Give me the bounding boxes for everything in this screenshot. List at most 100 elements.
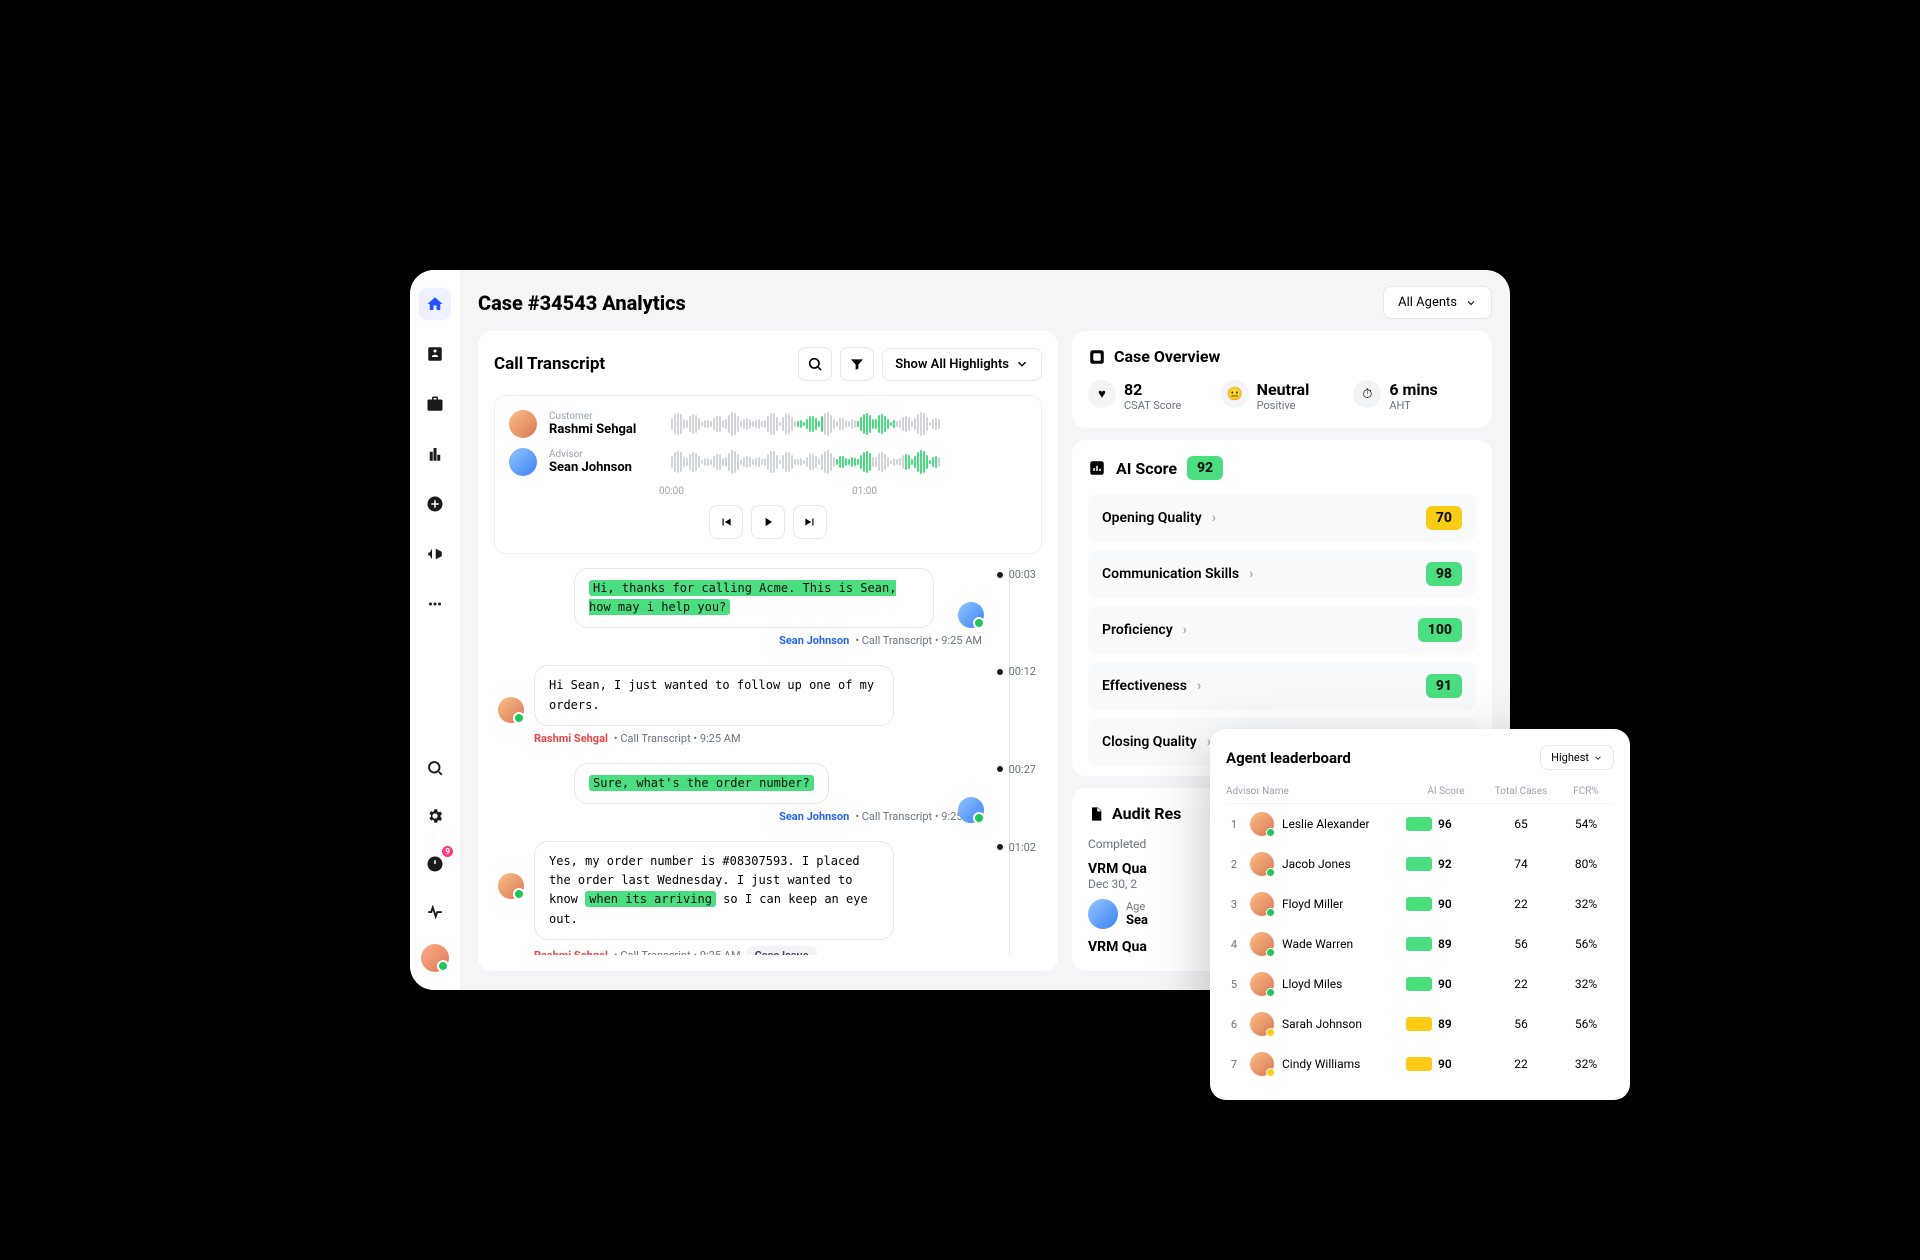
message-avatar xyxy=(958,602,984,628)
leaderboard-row[interactable]: 6Sarah Johnson895656% xyxy=(1226,1004,1614,1044)
lb-fcr: 32% xyxy=(1556,1057,1616,1071)
skip-back-icon xyxy=(719,515,733,529)
transcript-search-btn[interactable] xyxy=(798,347,832,381)
nav-home[interactable] xyxy=(419,288,451,320)
nav-analytics[interactable] xyxy=(419,438,451,470)
agent-filter-dropdown[interactable]: All Agents xyxy=(1383,286,1492,319)
filter-icon xyxy=(849,356,865,372)
lb-rank: 4 xyxy=(1226,938,1242,951)
home-icon xyxy=(426,295,444,313)
nav-settings[interactable] xyxy=(419,800,451,832)
lb-score-value: 89 xyxy=(1438,1017,1452,1031)
nav-cases[interactable] xyxy=(419,388,451,420)
audit-agent-avatar xyxy=(1088,899,1118,929)
message-meta: Rashmi Sehgal • Call Transcript • 9:25 A… xyxy=(534,732,982,745)
lb-rank: 2 xyxy=(1226,858,1242,871)
overview-card: Case Overview ♥ 82 CSAT Score 😐 xyxy=(1072,331,1492,428)
leaderboard-title: Agent leaderboard xyxy=(1226,749,1351,767)
nav-announce[interactable] xyxy=(419,538,451,570)
skip-forward-icon xyxy=(803,515,817,529)
nav-add[interactable] xyxy=(419,488,451,520)
lb-name: Sarah Johnson xyxy=(1282,1017,1362,1031)
nav-search[interactable] xyxy=(419,752,451,784)
nav-contacts[interactable] xyxy=(419,338,451,370)
dots-icon xyxy=(426,595,444,613)
lb-avatar xyxy=(1250,852,1274,876)
audit-agent-name: Sea xyxy=(1126,913,1148,928)
lb-score-value: 90 xyxy=(1438,1057,1452,1071)
sidebar: 9 xyxy=(410,270,460,990)
lb-score-value: 90 xyxy=(1438,897,1452,911)
csat-value: 82 xyxy=(1124,380,1181,399)
score-value: 98 xyxy=(1426,562,1462,586)
highlight-dropdown[interactable]: Show All Highlights xyxy=(882,348,1042,381)
lb-rank: 5 xyxy=(1226,978,1242,991)
sentiment-value: Neutral xyxy=(1257,380,1310,399)
lb-col-score: AI Score xyxy=(1406,786,1486,797)
lb-name: Floyd Miller xyxy=(1282,897,1343,911)
document-icon xyxy=(1088,806,1104,822)
emoji-icon: 😐 xyxy=(1221,380,1249,408)
lb-cases: 22 xyxy=(1486,897,1556,911)
score-label: Closing Quality xyxy=(1102,734,1197,750)
next-track-btn[interactable] xyxy=(793,505,827,539)
chevron-down-icon xyxy=(1015,357,1029,371)
lb-score-value: 92 xyxy=(1438,857,1452,871)
transcript-title: Call Transcript xyxy=(494,354,605,374)
play-btn[interactable] xyxy=(751,505,785,539)
leaderboard-row[interactable]: 1Leslie Alexander966554% xyxy=(1226,804,1614,844)
lb-score-value: 89 xyxy=(1438,937,1452,951)
lb-avatar xyxy=(1250,812,1274,836)
lb-cases: 22 xyxy=(1486,977,1556,991)
leaderboard-sort-dropdown[interactable]: Highest xyxy=(1540,745,1614,770)
score-row[interactable]: Proficiency›100 xyxy=(1088,606,1476,654)
page-header: Case #34543 Analytics All Agents xyxy=(478,286,1492,319)
score-value: 70 xyxy=(1426,506,1462,530)
advisor-waveform[interactable] xyxy=(671,448,1027,476)
lb-score-bar xyxy=(1406,977,1432,991)
lb-col-fcr: FCR% xyxy=(1556,786,1616,797)
transcript-filter-btn[interactable] xyxy=(840,347,874,381)
prev-track-btn[interactable] xyxy=(709,505,743,539)
score-row[interactable]: Opening Quality›70 xyxy=(1088,494,1476,542)
megaphone-icon xyxy=(426,545,444,563)
transcript-card: Call Transcript Show All Highlights xyxy=(478,331,1058,971)
id-card-icon xyxy=(426,345,444,363)
nav-activity[interactable] xyxy=(419,896,451,928)
chevron-right-icon: › xyxy=(1183,622,1187,638)
lb-cases: 56 xyxy=(1486,937,1556,951)
time-marker: 00:03 xyxy=(1007,568,1036,581)
score-value: 91 xyxy=(1426,674,1462,698)
gear-icon xyxy=(426,807,444,825)
alert-icon xyxy=(426,855,444,873)
leaderboard-row[interactable]: 3Floyd Miller902232% xyxy=(1226,884,1614,924)
time-mid: 01:00 xyxy=(852,486,877,497)
lb-rank: 6 xyxy=(1226,1018,1242,1031)
overview-title: Case Overview xyxy=(1114,347,1220,366)
chevron-down-icon xyxy=(1593,753,1603,763)
customer-waveform[interactable] xyxy=(671,410,1027,438)
alert-badge: 9 xyxy=(442,846,453,857)
message-avatar xyxy=(958,797,984,823)
nav-more[interactable] xyxy=(419,588,451,620)
lb-avatar xyxy=(1250,972,1274,996)
overview-icon xyxy=(1088,348,1106,366)
score-row[interactable]: Communication Skills›98 xyxy=(1088,550,1476,598)
score-row[interactable]: Effectiveness›91 xyxy=(1088,662,1476,710)
nav-alerts[interactable]: 9 xyxy=(419,848,451,880)
user-avatar[interactable] xyxy=(421,944,449,972)
audio-player: Customer Rashmi Sehgal Advisor Sean John… xyxy=(494,395,1042,554)
lb-name: Jacob Jones xyxy=(1282,857,1351,871)
lb-cases: 65 xyxy=(1486,817,1556,831)
leaderboard-row[interactable]: 5Lloyd Miles902232% xyxy=(1226,964,1614,1004)
message-group: 00:27Sure, what's the order number?Sean … xyxy=(494,763,982,823)
lb-score-value: 90 xyxy=(1438,977,1452,991)
message-bubble: Sure, what's the order number? xyxy=(574,763,829,804)
leaderboard-row[interactable]: 2Jacob Jones927480% xyxy=(1226,844,1614,884)
leaderboard-row[interactable]: 4Wade Warren895656% xyxy=(1226,924,1614,964)
message-group: 01:02Yes, my order number is #08307593. … xyxy=(494,841,982,955)
leaderboard-row[interactable]: 7Cindy Williams902232% xyxy=(1226,1044,1614,1084)
lb-name: Leslie Alexander xyxy=(1282,817,1370,831)
lb-avatar xyxy=(1250,1012,1274,1036)
search-icon xyxy=(807,356,823,372)
